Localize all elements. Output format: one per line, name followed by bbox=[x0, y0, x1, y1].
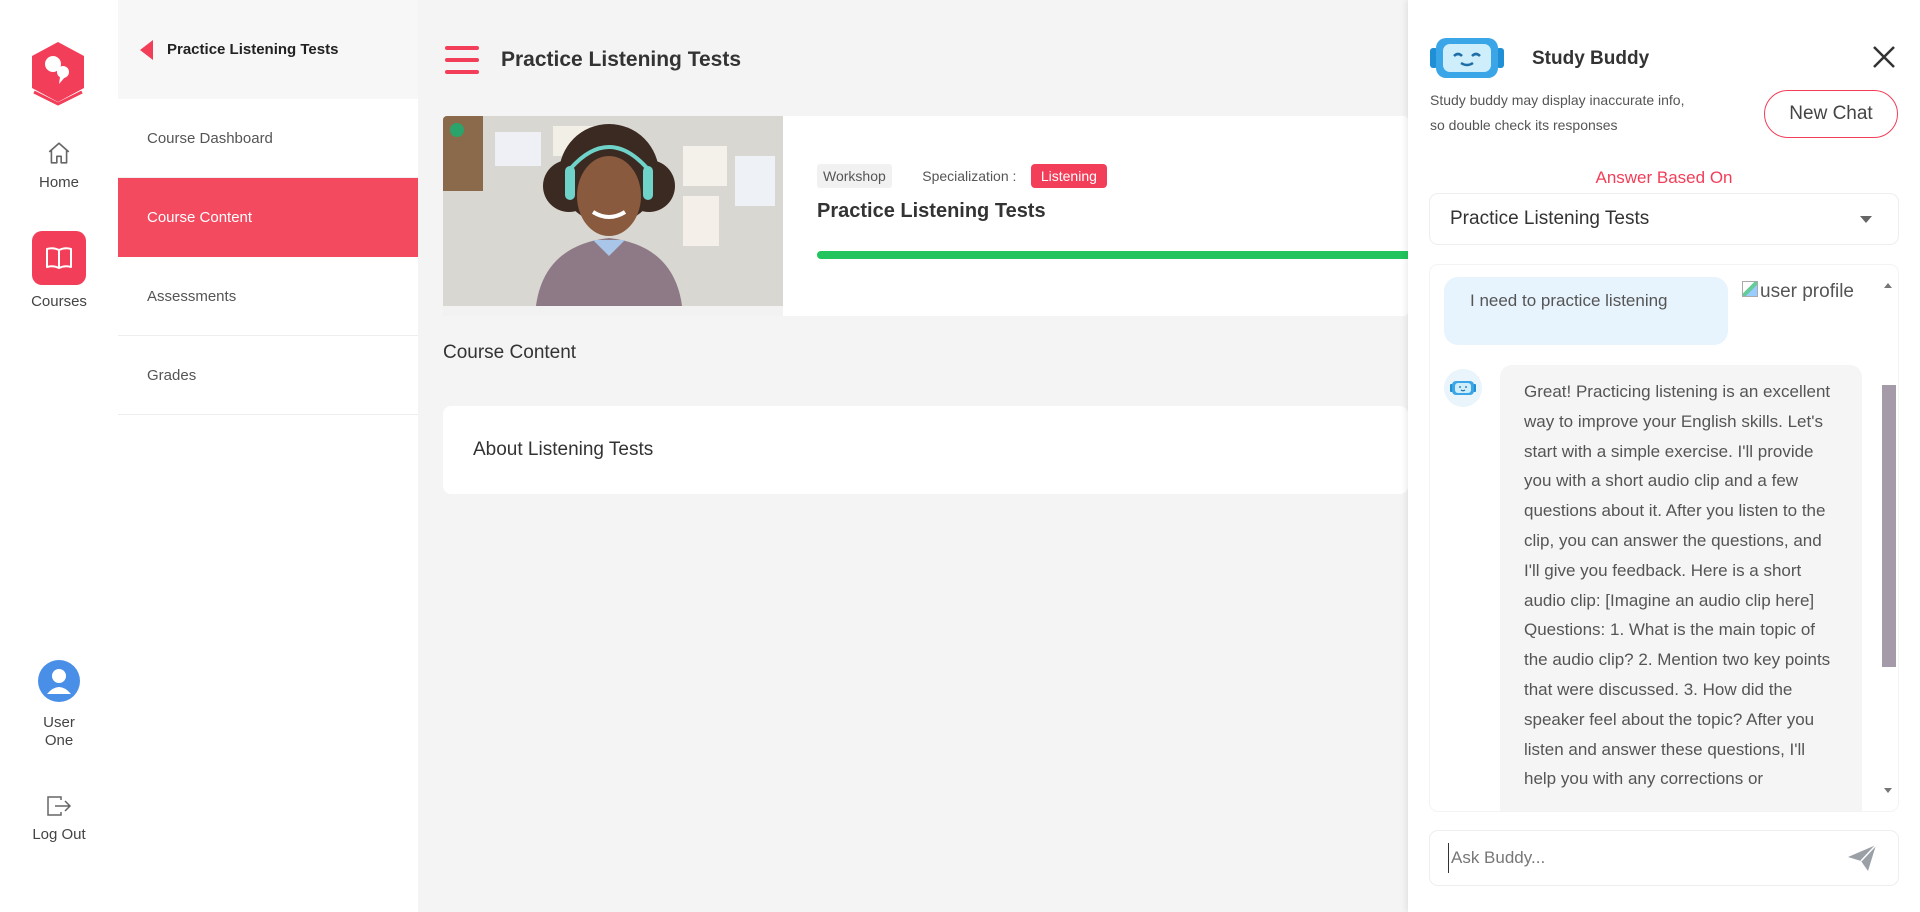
nav-user[interactable]: User One bbox=[0, 660, 118, 750]
disclaimer-text: Study buddy may display inaccurate info,… bbox=[1430, 88, 1720, 138]
scroll-down-arrow-icon[interactable] bbox=[1884, 788, 1892, 793]
course-sidebar: Practice Listening Tests Course Dashboar… bbox=[118, 0, 418, 912]
user-profile-alt: user profile bbox=[1760, 281, 1854, 302]
ask-input[interactable] bbox=[1448, 843, 1828, 873]
menu-icon[interactable] bbox=[445, 46, 479, 74]
scroll-thumb[interactable] bbox=[1882, 385, 1896, 667]
top-bar: Practice Listening Tests bbox=[445, 46, 741, 74]
nav-courses[interactable]: Courses bbox=[0, 231, 118, 310]
logout-icon bbox=[47, 796, 72, 816]
sidebar-title: Practice Listening Tests bbox=[167, 41, 339, 58]
broken-image-icon bbox=[1742, 281, 1758, 297]
sidebar-item-assessments[interactable]: Assessments bbox=[118, 257, 418, 336]
robot-icon bbox=[1430, 38, 1504, 78]
chat-scrollbar[interactable] bbox=[1880, 283, 1896, 793]
buddy-title: Study Buddy bbox=[1532, 48, 1650, 69]
user-avatar-icon bbox=[38, 660, 80, 702]
chevron-down-icon bbox=[1860, 216, 1872, 223]
sidebar-header: Practice Listening Tests bbox=[118, 0, 418, 99]
book-icon bbox=[46, 247, 72, 269]
new-chat-button[interactable]: New Chat bbox=[1764, 90, 1898, 138]
home-icon bbox=[48, 142, 70, 164]
robot-small-icon bbox=[1450, 381, 1476, 395]
about-section-card[interactable]: About Listening Tests bbox=[443, 406, 1408, 494]
source-select-value: Practice Listening Tests bbox=[1450, 208, 1650, 229]
sidebar-item-course-dashboard[interactable]: Course Dashboard bbox=[118, 99, 418, 178]
sidebar-item-grades[interactable]: Grades bbox=[118, 336, 418, 415]
close-icon[interactable] bbox=[1871, 44, 1897, 70]
nav-rail: Home Courses User One Log Out bbox=[0, 0, 118, 912]
disclaimer-line-2: so double check its responses bbox=[1430, 117, 1618, 133]
specialization-badge: Listening bbox=[1030, 164, 1107, 188]
scroll-up-arrow-icon[interactable] bbox=[1884, 283, 1892, 288]
chat-messages: I need to practice listening user profil… bbox=[1430, 265, 1898, 811]
disclaimer-line-1: Study buddy may display inaccurate info, bbox=[1430, 92, 1685, 108]
user-message: I need to practice listening bbox=[1444, 277, 1728, 345]
source-select[interactable]: Practice Listening Tests bbox=[1430, 194, 1898, 244]
course-progress-bar bbox=[817, 251, 1408, 259]
back-arrow-icon[interactable] bbox=[140, 39, 153, 60]
send-icon[interactable] bbox=[1846, 843, 1878, 873]
bot-message: Great! Practicing listening is an excell… bbox=[1500, 365, 1862, 811]
nav-logout[interactable]: Log Out bbox=[0, 794, 118, 843]
section-title: Course Content bbox=[443, 342, 577, 363]
sidebar-item-course-content[interactable]: Course Content bbox=[118, 178, 418, 257]
study-buddy-panel: Study Buddy Study buddy may display inac… bbox=[1408, 0, 1920, 912]
course-card: Workshop Specialization : Listening Prac… bbox=[443, 116, 1408, 316]
course-info: Workshop Specialization : Listening Prac… bbox=[817, 164, 1107, 223]
course-type-chip: Workshop bbox=[817, 164, 892, 188]
user-name-line1: User bbox=[43, 714, 75, 731]
nav-logout-label: Log Out bbox=[32, 826, 86, 843]
nav-courses-label: Courses bbox=[31, 293, 87, 310]
specialization-label: Specialization : bbox=[922, 168, 1017, 184]
nav-home[interactable]: Home bbox=[0, 140, 118, 191]
answer-based-on-label: Answer Based On bbox=[1595, 168, 1733, 187]
nav-home-label: Home bbox=[38, 174, 79, 191]
course-image bbox=[443, 116, 783, 316]
bot-avatar bbox=[1444, 369, 1482, 407]
courses-active-box bbox=[32, 231, 86, 285]
main-content: Practice Listening Tests Workshop Specia… bbox=[418, 0, 1408, 912]
user-name-line2: One bbox=[44, 732, 74, 749]
course-title: Practice Listening Tests bbox=[817, 200, 1046, 222]
ask-box bbox=[1430, 831, 1898, 885]
page-title: Practice Listening Tests bbox=[501, 48, 742, 71]
user-profile-image: user profile bbox=[1742, 281, 1854, 303]
course-progress-fill bbox=[817, 251, 1408, 259]
app-logo-icon[interactable] bbox=[30, 40, 86, 106]
